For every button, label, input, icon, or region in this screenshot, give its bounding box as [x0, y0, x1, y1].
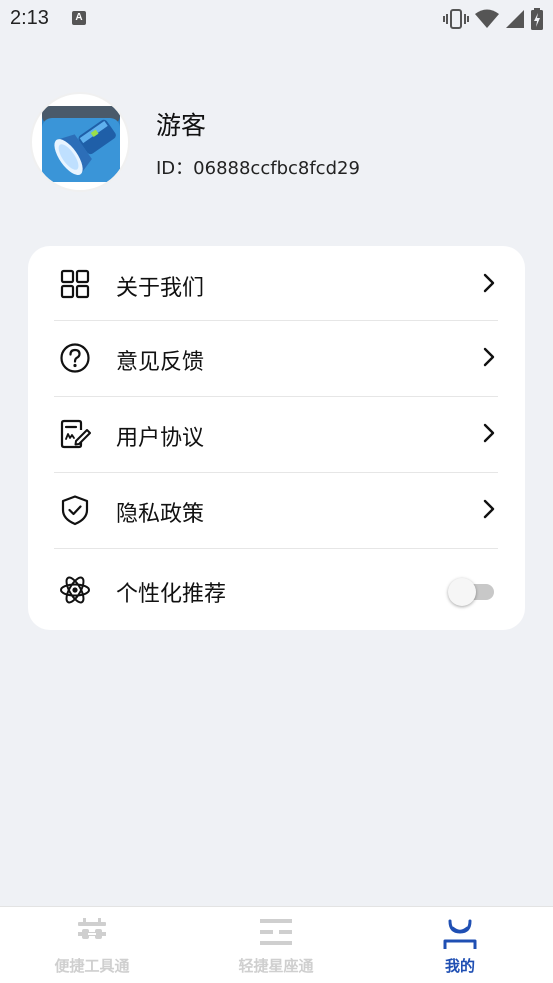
profile-icon: [443, 919, 477, 949]
menu-item-about-us[interactable]: 关于我们: [54, 246, 498, 322]
notification-a-icon: A: [72, 11, 86, 25]
chevron-right-icon: [483, 499, 495, 519]
bottom-nav: 便捷工具通 轻捷星座通 我的: [0, 906, 553, 983]
avatar[interactable]: [32, 94, 128, 190]
menu-item-feedback[interactable]: 意见反馈: [54, 320, 498, 396]
toggle-knob: [448, 578, 476, 606]
menu-item-user-agreement[interactable]: 用户协议: [54, 396, 498, 472]
question-circle-icon: [60, 343, 90, 373]
username: 游客: [156, 111, 207, 140]
status-bar: 2:13 A: [0, 0, 553, 38]
menu-item-label: 个性化推荐: [116, 582, 227, 607]
chevron-right-icon: [483, 423, 495, 443]
document-edit-icon: [60, 419, 91, 449]
menu-item-label: 用户协议: [116, 426, 205, 451]
status-time: 2:13: [10, 7, 49, 29]
menu-item-privacy-policy[interactable]: 隐私政策: [54, 472, 498, 548]
nav-tab-label: 便捷工具通: [54, 957, 130, 975]
menu-item-personalized-recommend: 个性化推荐: [54, 552, 498, 628]
nav-tab-label: 我的: [444, 957, 475, 975]
flashlight-app-icon: [42, 106, 120, 182]
grid-icon: [60, 269, 90, 299]
lines-icon: [260, 919, 292, 945]
user-id-label: ID：: [156, 158, 194, 179]
status-icons: [443, 8, 543, 30]
vibrate-icon: [443, 9, 469, 29]
wifi-icon: [475, 9, 499, 28]
tools-icon: [78, 918, 106, 939]
shield-check-icon: [61, 495, 89, 526]
nav-tab-mine[interactable]: 我的: [368, 907, 552, 983]
profile-header: 游客 ID：06888ccfbc8fcd29: [32, 94, 512, 194]
chevron-right-icon: [483, 347, 495, 367]
atom-icon: [60, 576, 90, 604]
recommend-toggle[interactable]: [448, 578, 494, 606]
menu-item-label: 隐私政策: [116, 502, 205, 527]
settings-menu-card: 关于我们 意见反馈 用户协议 隐私政策 个性化推荐: [28, 246, 525, 630]
divider: [54, 548, 498, 549]
menu-item-label: 意见反馈: [116, 350, 205, 375]
user-id: ID：06888ccfbc8fcd29: [156, 154, 360, 180]
signal-icon: [506, 10, 524, 28]
menu-item-label: 关于我们: [116, 276, 205, 301]
nav-tab-tools[interactable]: 便捷工具通: [0, 907, 184, 983]
chevron-right-icon: [483, 273, 495, 293]
battery-charging-icon: [531, 8, 543, 30]
nav-tab-label: 轻捷星座通: [238, 957, 314, 975]
user-id-value: 06888ccfbc8fcd29: [193, 158, 360, 179]
nav-tab-zodiac[interactable]: 轻捷星座通: [184, 907, 368, 983]
